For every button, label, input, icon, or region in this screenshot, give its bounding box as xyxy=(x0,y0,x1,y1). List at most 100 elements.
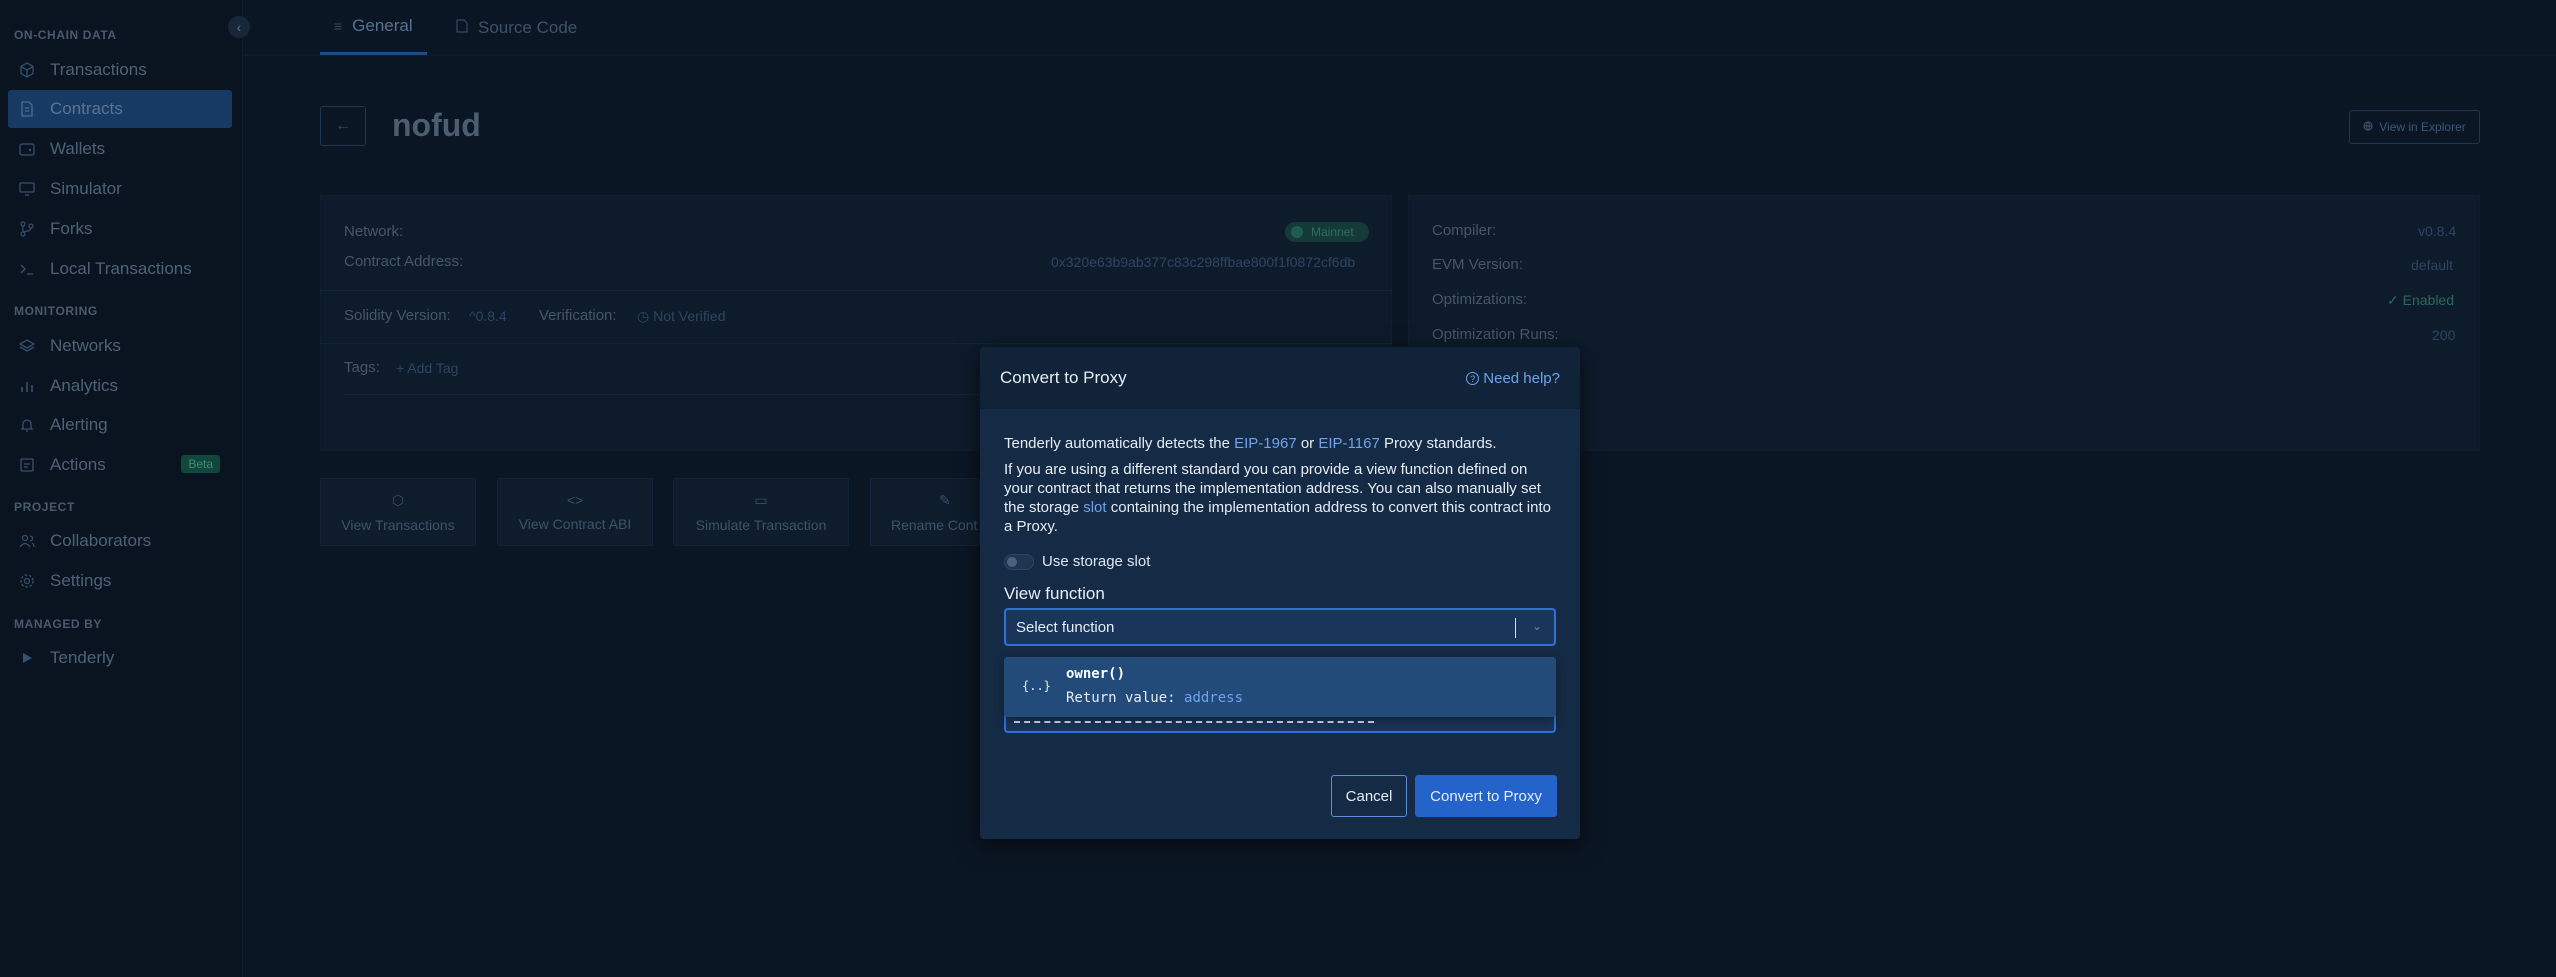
sidebar-item-transactions[interactable]: Transactions xyxy=(8,51,232,89)
layers-icon xyxy=(18,337,36,355)
view-in-explorer-button[interactable]: View in Explorer xyxy=(2349,110,2480,144)
add-tag-button[interactable]: + Add Tag xyxy=(396,360,458,376)
eip-1167-link[interactable]: EIP-1167 xyxy=(1318,435,1379,452)
function-option-owner[interactable]: {..} owner() Return value: address xyxy=(1004,657,1556,717)
text: Proxy standards. xyxy=(1379,435,1497,452)
section-title-managed-by: MANAGED BY xyxy=(14,617,103,631)
option-name: owner() xyxy=(1066,666,1126,682)
arrow-left-icon: ← xyxy=(335,117,351,134)
sidebar-item-label: Collaborators xyxy=(50,531,152,550)
action-label: View Contract ABI xyxy=(518,516,632,532)
view-function-label: View function xyxy=(1004,584,1105,603)
runs-label: Optimization Runs: xyxy=(1432,326,1559,343)
cancel-button[interactable]: Cancel xyxy=(1331,775,1407,817)
view-function-select[interactable]: Select function ⌄ xyxy=(1004,608,1556,646)
sidebar-item-simulator[interactable]: Simulator xyxy=(8,170,232,208)
simulate-transaction-button[interactable]: ▭ Simulate Transaction xyxy=(673,478,849,546)
network-dot-icon xyxy=(1291,226,1303,238)
sidebar-item-label: Wallets xyxy=(50,139,106,158)
convert-to-proxy-button[interactable]: Convert to Proxy xyxy=(1415,775,1557,817)
sidebar-item-tenderly[interactable]: Tenderly xyxy=(8,639,232,677)
network-badge: Mainnet xyxy=(1285,222,1369,242)
action-label: Simulate Transaction xyxy=(695,516,827,533)
action-label: Rename Cont xyxy=(891,516,978,533)
gear-icon xyxy=(18,572,36,590)
divider xyxy=(320,343,1392,344)
evm-value: default xyxy=(2411,257,2454,273)
sidebar-item-label: Tenderly xyxy=(50,648,115,667)
evm-label: EVM Version: xyxy=(1432,256,1523,273)
bar-chart-icon xyxy=(18,377,36,395)
sidebar-item-label: Contracts xyxy=(50,99,123,118)
runs-value: 200 xyxy=(2432,327,2456,343)
back-button[interactable]: ← xyxy=(320,106,366,146)
tab-general[interactable]: ≡ General xyxy=(320,0,427,55)
tags-label: Tags: xyxy=(344,359,380,376)
help-label: Need help? xyxy=(1483,370,1560,387)
view-abi-button[interactable]: <> View Contract ABI xyxy=(497,478,653,546)
wallet-icon xyxy=(18,140,36,158)
optimizations-label: Optimizations: xyxy=(1432,291,1528,308)
sidebar-item-label: Alerting xyxy=(50,415,108,434)
compiler-label: Compiler: xyxy=(1432,222,1497,239)
sidebar-item-label: Actions xyxy=(50,455,106,474)
eip-1967-link[interactable]: EIP-1967 xyxy=(1234,435,1297,452)
sidebar-item-local-transactions[interactable]: Local Transactions xyxy=(8,250,232,288)
text: Tenderly automatically detects the xyxy=(1004,435,1235,452)
tab-source-code[interactable]: Source Code xyxy=(456,0,577,55)
explorer-label: View in Explorer xyxy=(2379,120,2466,134)
tenderly-logo-icon xyxy=(18,649,36,667)
sidebar-item-analytics[interactable]: Analytics xyxy=(8,367,232,405)
compiler-value: v0.8.4 xyxy=(2418,223,2457,239)
sidebar-item-collaborators[interactable]: Collaborators xyxy=(8,522,232,560)
solidity-label: Solidity Version: xyxy=(344,307,451,324)
verification-status: ◷ Not Verified xyxy=(637,308,725,325)
chevron-left-icon: ‹ xyxy=(236,19,242,35)
address-label: Contract Address: xyxy=(344,253,464,270)
toggle-label: Use storage slot xyxy=(1042,553,1151,570)
optimizations-value: Enabled xyxy=(2402,292,2455,308)
code-square-icon xyxy=(18,456,36,474)
sidebar-item-contracts[interactable]: Contracts xyxy=(8,90,232,128)
return-label: Return value: xyxy=(1066,690,1176,706)
tab-label: Source Code xyxy=(478,17,578,37)
convert-to-proxy-modal: Convert to Proxy ? Need help? Tenderly a… xyxy=(980,347,1580,839)
view-transactions-button[interactable]: ⬡ View Transactions xyxy=(320,478,476,546)
function-icon: {..} xyxy=(1022,679,1051,693)
sidebar-item-label: Simulator xyxy=(50,179,122,198)
need-help-link[interactable]: ? Need help? xyxy=(1466,370,1560,387)
use-storage-slot-toggle[interactable] xyxy=(1004,554,1034,570)
sidebar-item-networks[interactable]: Networks xyxy=(8,327,232,365)
terminal-icon xyxy=(18,260,36,278)
pencil-icon: ✎ xyxy=(939,491,951,508)
sidebar-item-settings[interactable]: Settings xyxy=(8,562,232,600)
check-circle-icon: ✓ xyxy=(2387,292,2403,308)
network-value: Mainnet xyxy=(1311,225,1354,239)
tab-label: General xyxy=(352,16,413,35)
select-separator xyxy=(1515,618,1516,638)
monitor-icon xyxy=(18,180,36,198)
document-icon xyxy=(18,100,36,118)
contract-address[interactable]: 0x320e63b9ab377c83c298ffbae800f1f0872cf6… xyxy=(1051,254,1355,270)
sidebar-item-actions[interactable]: Actions Beta xyxy=(8,446,232,484)
sidebar-item-label: Forks xyxy=(50,219,93,238)
sidebar-item-alerting[interactable]: Alerting xyxy=(8,406,232,444)
slot-link[interactable]: slot xyxy=(1083,499,1106,516)
sidebar-item-wallets[interactable]: Wallets xyxy=(8,130,232,168)
section-title-monitoring: MONITORING xyxy=(14,304,98,318)
return-type: address xyxy=(1184,690,1244,706)
sidebar-item-label: Transactions xyxy=(50,60,147,79)
modal-description-1: Tenderly automatically detects the EIP-1… xyxy=(1004,434,1560,453)
verification-label: Verification: xyxy=(539,307,617,324)
sidebar-item-forks[interactable]: Forks xyxy=(8,210,232,248)
rename-contract-button[interactable]: ✎ Rename Cont xyxy=(870,478,980,546)
clock-icon: ◷ xyxy=(637,308,654,324)
section-title-on-chain: ON-CHAIN DATA xyxy=(14,28,117,42)
chevron-down-icon[interactable]: ⌄ xyxy=(1532,619,1542,633)
optimizations-status: ✓ Enabled xyxy=(2387,292,2454,309)
help-icon: ? xyxy=(1466,372,1480,385)
monitor-icon: ▭ xyxy=(754,491,768,508)
modal-header: Convert to Proxy ? Need help? xyxy=(980,347,1580,409)
select-placeholder: Select function xyxy=(1016,618,1115,636)
globe-icon xyxy=(2363,120,2373,134)
